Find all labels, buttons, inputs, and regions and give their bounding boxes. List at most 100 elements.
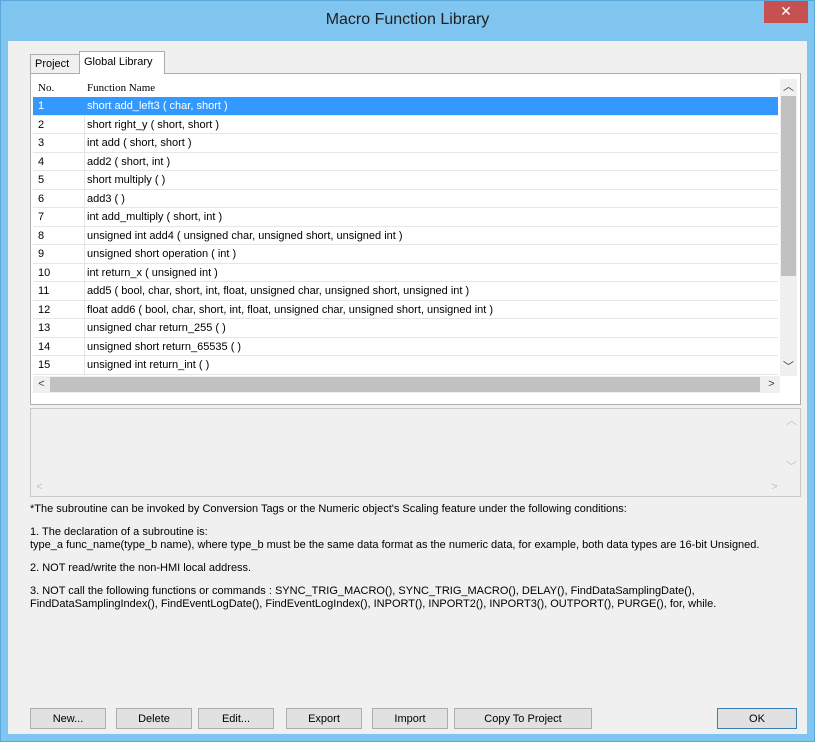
column-separator [84, 300, 85, 318]
row-number: 2 [38, 118, 45, 131]
row-number: 9 [38, 248, 45, 260]
list-item[interactable]: 2 short right_y ( short, short ) [33, 115, 778, 134]
row-number: 15 [38, 359, 51, 371]
row-number: 5 [38, 174, 45, 186]
row-number: 13 [38, 322, 51, 334]
row-function-name: add2 ( short, int ) [87, 155, 171, 168]
list-horizontal-scrollbar[interactable]: < > [33, 376, 780, 393]
chevron-down-icon[interactable]: ﹀ [780, 359, 797, 376]
description-vertical-scrollbar[interactable]: ︿ ﹀ [783, 409, 800, 478]
row-function-name: short multiply ( ) [87, 174, 166, 186]
description-horizontal-scrollbar[interactable]: < > [31, 479, 783, 496]
column-header-no[interactable]: No. [38, 82, 54, 94]
column-separator [84, 337, 85, 355]
close-icon: ✕ [780, 3, 792, 19]
chevron-right-icon[interactable]: > [766, 479, 783, 496]
row-function-name: unsigned short operation ( int ) [87, 248, 237, 260]
row-number: 7 [38, 211, 45, 223]
close-button[interactable]: ✕ [764, 1, 808, 23]
row-number: 4 [38, 155, 45, 168]
column-separator [84, 319, 85, 337]
row-number: 14 [38, 340, 51, 353]
row-function-name: float add6 ( bool, char, short, int, flo… [87, 303, 494, 316]
row-number: 8 [38, 229, 45, 242]
column-separator [84, 115, 85, 133]
note-1: 1. The declaration of a subroutine is: t… [30, 526, 800, 552]
column-separator [84, 245, 85, 263]
macro-function-library-window: Macro Function Library ✕ Project Global … [0, 0, 815, 742]
list-item[interactable]: 4 add2 ( short, int ) [33, 152, 778, 171]
copy-to-project-button[interactable]: Copy To Project [454, 708, 592, 729]
row-number: 11 [38, 285, 50, 297]
chevron-left-icon[interactable]: < [33, 376, 50, 393]
note-1-body: type_a func_name(type_b name), where typ… [30, 539, 760, 551]
delete-button[interactable]: Delete [116, 708, 192, 729]
list-item[interactable]: 14 unsigned short return_65535 ( ) [33, 337, 778, 356]
list-item[interactable]: 7 int add_multiply ( short, int ) [33, 208, 778, 227]
dialog-client-area: Project Global Library No. Function Name… [8, 41, 807, 734]
column-separator [84, 356, 85, 374]
global-library-panel: No. Function Name 1 short add_left3 ( cha… [30, 73, 801, 405]
row-number: 1 [38, 100, 45, 112]
chevron-right-icon[interactable]: > [763, 376, 780, 393]
list-item[interactable]: 9 unsigned short operation ( int ) [33, 245, 778, 264]
horizontal-scroll-thumb[interactable] [50, 377, 760, 392]
row-number: 10 [38, 266, 51, 279]
vertical-scroll-thumb[interactable] [781, 96, 796, 276]
column-separator [84, 97, 85, 115]
button-bar: New... Delete Edit... Export Import Copy… [8, 708, 807, 730]
list-item[interactable]: 8 unsigned int add4 ( unsigned char, unsi… [33, 226, 778, 245]
row-function-name: unsigned char return_255 ( ) [87, 322, 226, 334]
tab-project[interactable]: Project [30, 54, 80, 73]
chevron-left-icon[interactable]: < [31, 479, 48, 496]
list-item[interactable]: 13 unsigned char return_255 ( ) [33, 319, 778, 338]
ok-button[interactable]: OK [717, 708, 797, 729]
row-function-name: unsigned short return_65535 ( ) [87, 340, 242, 353]
row-function-name: add3 ( ) [87, 192, 125, 205]
row-function-name: unsigned int add4 ( unsigned char, unsig… [87, 229, 403, 242]
column-separator [84, 208, 85, 226]
list-item[interactable]: 6 add3 ( ) [33, 189, 778, 208]
column-header-function-name[interactable]: Function Name [87, 82, 155, 94]
edit-button[interactable]: Edit... [198, 708, 274, 729]
chevron-up-icon[interactable]: ︿ [780, 79, 797, 96]
list-vertical-scrollbar[interactable]: ︿ ﹀ [780, 79, 797, 376]
list-item[interactable]: 10 int return_x ( unsigned int ) [33, 263, 778, 282]
list-item[interactable]: 3 int add ( short, short ) [33, 134, 778, 153]
row-number: 12 [38, 303, 51, 316]
notes-intro: *The subroutine can be invoked by Conver… [30, 503, 627, 515]
new-button[interactable]: New... [30, 708, 106, 729]
chevron-down-icon[interactable]: ﹀ [783, 459, 800, 476]
row-function-name: add5 ( bool, char, short, int, float, un… [87, 285, 470, 297]
tab-global-library[interactable]: Global Library [79, 51, 165, 74]
row-function-name: int add ( short, short ) [87, 137, 192, 149]
import-button[interactable]: Import [372, 708, 448, 729]
export-button[interactable]: Export [286, 708, 362, 729]
list-item[interactable]: 11 add5 ( bool, char, short, int, float, … [33, 282, 778, 301]
title-bar[interactable]: Macro Function Library ✕ [1, 1, 814, 41]
note-1-title: 1. The declaration of a subroutine is: [30, 526, 208, 538]
list-item[interactable]: 15 unsigned int return_int ( ) [33, 356, 778, 375]
row-number: 6 [38, 192, 45, 205]
note-2: 2. NOT read/write the non-HMI local addr… [30, 562, 252, 574]
row-number: 3 [38, 137, 45, 149]
list-item[interactable]: 5 short multiply ( ) [33, 171, 778, 190]
column-separator [84, 226, 85, 244]
list-item[interactable]: 12 float add6 ( bool, char, short, int, f… [33, 300, 778, 319]
list-rows: 1 short add_left3 ( char, short ) 2 short r… [33, 97, 778, 375]
column-separator [84, 263, 85, 281]
function-list[interactable]: No. Function Name 1 short add_left3 ( cha… [33, 79, 797, 394]
chevron-up-icon[interactable]: ︿ [783, 413, 800, 430]
function-description-box[interactable]: ︿ ﹀ < > [30, 408, 801, 497]
row-function-name: int return_x ( unsigned int ) [87, 266, 218, 279]
column-separator [84, 134, 85, 152]
row-function-name: short right_y ( short, short ) [87, 118, 220, 131]
list-item[interactable]: 1 short add_left3 ( char, short ) [33, 97, 778, 116]
column-separator [84, 152, 85, 170]
row-function-name: short add_left3 ( char, short ) [87, 100, 228, 112]
row-function-name: int add_multiply ( short, int ) [87, 211, 223, 223]
column-separator [84, 282, 85, 300]
note-3: 3. NOT call the following functions or c… [30, 585, 717, 610]
list-header: No. Function Name [33, 79, 778, 97]
column-separator [84, 171, 85, 189]
